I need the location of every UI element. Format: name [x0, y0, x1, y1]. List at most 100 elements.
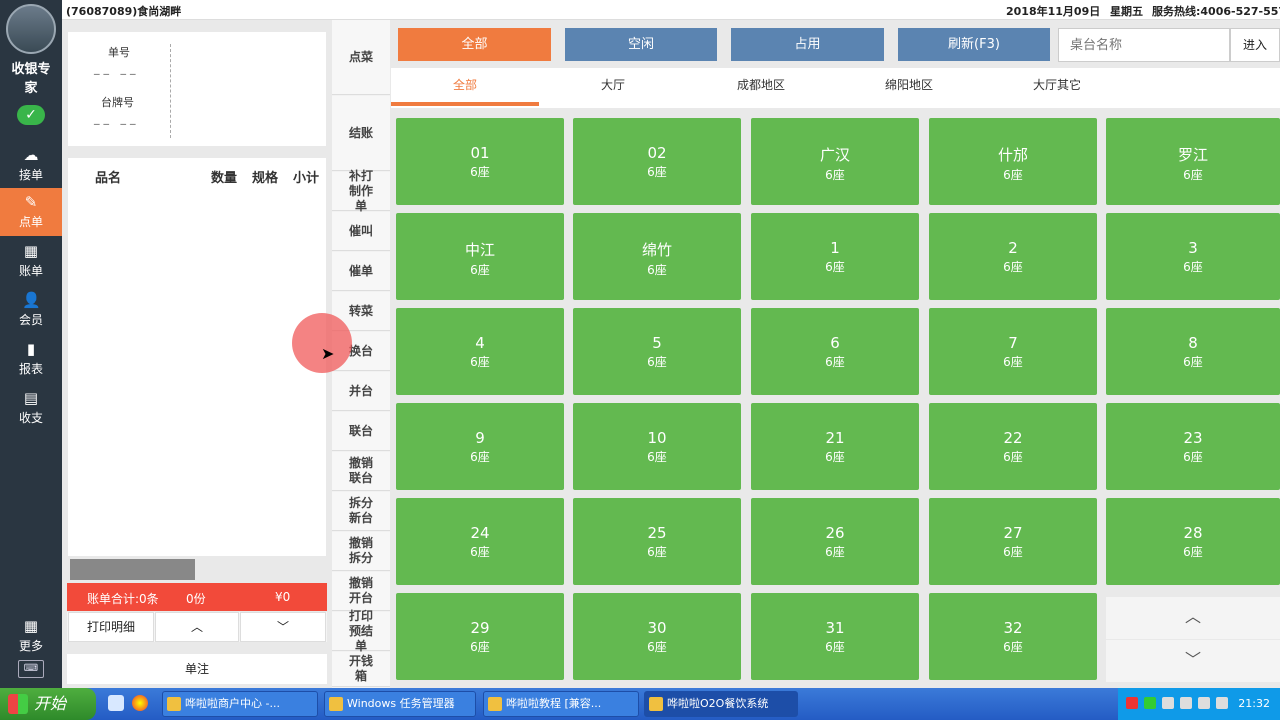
mouse-cursor-icon: ➤ — [321, 344, 335, 363]
table-tile[interactable]: 3 6座 — [1106, 213, 1280, 300]
filter-occupied-button[interactable]: 占用 — [731, 28, 884, 61]
start-button[interactable]: 开始 — [0, 688, 96, 720]
action-button-13[interactable]: 打印预结单 — [332, 609, 390, 653]
table-tile[interactable]: 30 6座 — [573, 593, 741, 680]
taskbar-task[interactable]: 哗啦啦教程 [兼容... — [483, 691, 639, 717]
table-name: 22 — [1003, 429, 1023, 447]
table-tile[interactable]: 29 6座 — [396, 593, 564, 680]
tray-icon[interactable] — [1126, 697, 1138, 709]
table-tile[interactable]: 25 6座 — [573, 498, 741, 585]
tab-0[interactable]: 全部 — [391, 68, 539, 106]
scrollbar-thumb[interactable] — [70, 559, 195, 580]
order-header: 单号 __ __ 台牌号 __ __ — [68, 32, 326, 146]
action-button-14[interactable]: 开钱箱 — [332, 652, 390, 687]
network-icon[interactable] — [1162, 697, 1174, 709]
table-tile[interactable]: 5 6座 — [573, 308, 741, 395]
scroll-up-button[interactable]: ︿ — [155, 612, 239, 642]
order-items-list[interactable]: 品名 数量 规格 小计 — [68, 158, 326, 556]
action-button-2[interactable]: 补打制作单 — [332, 169, 390, 213]
table-seats: 6座 — [470, 165, 490, 179]
taskbar-task[interactable]: 哗啦啦商户中心 -... — [162, 691, 318, 717]
nav-item-4[interactable]: ▮ 报表 — [0, 335, 62, 383]
print-detail-button[interactable]: 打印明细 — [68, 612, 154, 642]
table-tile[interactable]: 中江 6座 — [396, 213, 564, 300]
table-tile[interactable]: 1 6座 — [751, 213, 919, 300]
table-name: 4 — [475, 334, 485, 352]
table-seats: 6座 — [1003, 450, 1023, 464]
total-amount: ¥0 — [275, 590, 291, 604]
table-tile[interactable]: 22 6座 — [929, 403, 1097, 490]
table-tile[interactable]: 26 6座 — [751, 498, 919, 585]
page-down-button[interactable]: ﹀ — [1106, 640, 1280, 682]
nav-item-0[interactable]: ☁ 接单 — [0, 141, 62, 189]
action-button-8[interactable]: 联台 — [332, 412, 390, 451]
tab-3[interactable]: 绵阳地区 — [835, 68, 983, 106]
table-search-input[interactable] — [1058, 28, 1230, 62]
table-tile[interactable]: 01 6座 — [396, 118, 564, 205]
table-tile[interactable]: 广汉 6座 — [751, 118, 919, 205]
nav-item-2[interactable]: ▦ 账单 — [0, 237, 62, 285]
quicklaunch-icon[interactable] — [108, 695, 124, 711]
total-count: 0份 — [186, 592, 206, 606]
table-tile[interactable]: 02 6座 — [573, 118, 741, 205]
table-tile[interactable]: 什邡 6座 — [929, 118, 1097, 205]
table-tile[interactable]: 31 6座 — [751, 593, 919, 680]
table-seats: 6座 — [647, 263, 667, 277]
tray-icon[interactable] — [1180, 697, 1192, 709]
nav-item-3[interactable]: 👤 会员 — [0, 286, 62, 334]
table-tile[interactable]: 7 6座 — [929, 308, 1097, 395]
refresh-button[interactable]: 刷新(F3) — [898, 28, 1050, 61]
tray-icon[interactable] — [1144, 697, 1156, 709]
table-tile[interactable]: 2 6座 — [929, 213, 1097, 300]
table-tile[interactable]: 27 6座 — [929, 498, 1097, 585]
nav-item-5[interactable]: ▤ 收支 — [0, 384, 62, 432]
tab-2[interactable]: 成都地区 — [687, 68, 835, 106]
action-button-10[interactable]: 拆分新台 — [332, 492, 390, 531]
browser-icon[interactable] — [132, 695, 148, 711]
tray-icon[interactable] — [1216, 697, 1228, 709]
table-tile[interactable]: 24 6座 — [396, 498, 564, 585]
page-up-button[interactable]: ︿ — [1106, 597, 1280, 639]
table-seats: 6座 — [825, 450, 845, 464]
action-button-4[interactable]: 催单 — [332, 252, 390, 291]
nav-item-1[interactable]: ✎ 点单 — [0, 188, 62, 236]
action-button-7[interactable]: 并台 — [332, 372, 390, 411]
action-button-9[interactable]: 撤销联台 — [332, 452, 390, 491]
enter-button[interactable]: 进入 — [1230, 28, 1280, 62]
table-tile[interactable]: 4 6座 — [396, 308, 564, 395]
filter-all-button[interactable]: 全部 — [398, 28, 551, 61]
tab-1[interactable]: 大厅 — [539, 68, 687, 106]
filter-free-button[interactable]: 空闲 — [565, 28, 717, 61]
action-button-11[interactable]: 撤销拆分 — [332, 532, 390, 571]
nav-item-label: 点单 — [18, 215, 43, 229]
action-button-1[interactable]: 结账 — [332, 96, 390, 171]
table-tile[interactable]: 10 6座 — [573, 403, 741, 490]
nav-item-more[interactable]: ▦ 更多 — [0, 612, 62, 660]
table-tile[interactable]: 6 6座 — [751, 308, 919, 395]
table-tile[interactable]: 28 6座 — [1106, 498, 1280, 585]
action-button-12[interactable]: 撤销开台 — [332, 572, 390, 611]
table-tile[interactable]: 绵竹 6座 — [573, 213, 741, 300]
table-tile[interactable]: 21 6座 — [751, 403, 919, 490]
task-label: 哗啦啦商户中心 -... — [185, 697, 280, 710]
action-label: 撤销拆分 — [348, 536, 373, 565]
scroll-down-button[interactable]: ﹀ — [240, 612, 326, 642]
action-button-0[interactable]: 点菜 — [332, 20, 390, 95]
action-label: 催叫 — [348, 223, 373, 238]
tab-4[interactable]: 大厅其它 — [983, 68, 1131, 106]
taskbar-task[interactable]: 哗啦啦O2O餐饮系统 — [644, 691, 798, 717]
keyboard-icon[interactable]: ⌨ — [18, 660, 44, 678]
table-seats: 6座 — [1003, 168, 1023, 182]
table-tile[interactable]: 9 6座 — [396, 403, 564, 490]
volume-icon[interactable] — [1198, 697, 1210, 709]
table-tile[interactable]: 23 6座 — [1106, 403, 1280, 490]
action-button-3[interactable]: 催叫 — [332, 212, 390, 251]
table-seats: 6座 — [1183, 545, 1203, 559]
table-tile[interactable]: 8 6座 — [1106, 308, 1280, 395]
order-no-label: 单号 — [108, 46, 130, 59]
table-tile[interactable]: 罗江 6座 — [1106, 118, 1280, 205]
action-label: 开钱箱 — [348, 654, 373, 683]
taskbar-task[interactable]: Windows 任务管理器 — [324, 691, 476, 717]
order-note-button[interactable]: 单注 — [67, 654, 327, 684]
table-tile[interactable]: 32 6座 — [929, 593, 1097, 680]
